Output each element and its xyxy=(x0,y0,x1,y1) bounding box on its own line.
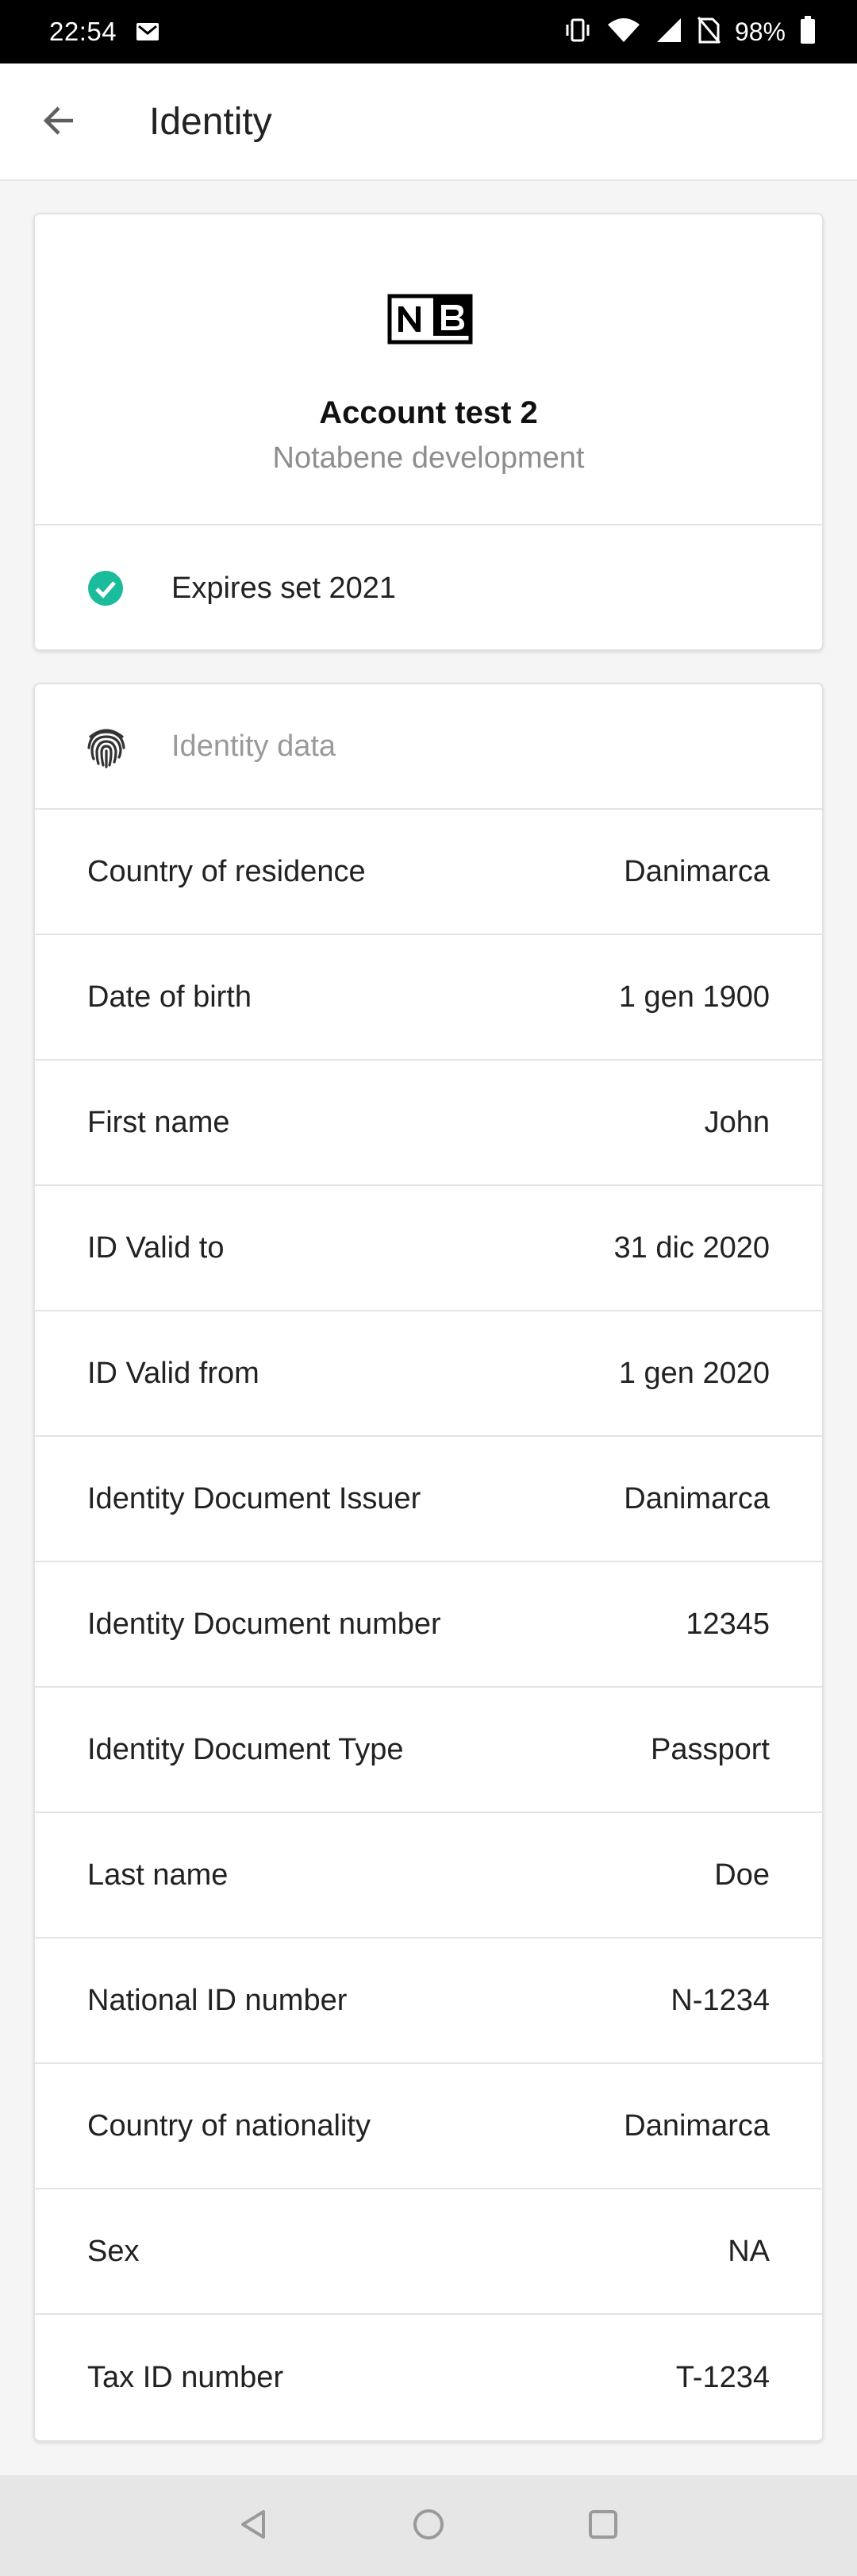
status-time: 22:54 xyxy=(49,17,117,46)
identity-data-row: Identity Document Type Passport xyxy=(35,1688,822,1813)
data-label: Last name xyxy=(87,1858,229,1892)
data-label: Sex xyxy=(87,2234,140,2268)
data-label: Identity Document Type xyxy=(87,1732,404,1766)
nav-recents-icon xyxy=(586,2507,621,2546)
data-value: N-1234 xyxy=(671,1983,770,2017)
check-circle-icon xyxy=(87,570,124,606)
status-bar: 22:54 98% xyxy=(0,0,857,64)
signal-icon xyxy=(655,17,682,48)
data-value: Danimarca xyxy=(624,1481,770,1515)
data-value: Danimarca xyxy=(624,2108,770,2143)
identity-data-row: National ID number N-1234 xyxy=(35,1939,822,2064)
identity-data-row: Last name Doe xyxy=(35,1813,822,1939)
account-card: Account test 2 Notabene development Expi… xyxy=(33,213,824,651)
data-label: ID Valid from xyxy=(87,1356,259,1390)
data-label: Tax ID number xyxy=(87,2360,284,2394)
nav-home-icon xyxy=(411,2507,446,2546)
identity-data-row: Identity Document number 12345 xyxy=(35,1562,822,1688)
data-value: Danimarca xyxy=(624,854,770,888)
data-label: Country of nationality xyxy=(87,2108,371,2143)
data-value: T-1234 xyxy=(675,2360,770,2394)
nav-back-button[interactable] xyxy=(233,2505,275,2547)
identity-data-row: Tax ID number T-1234 xyxy=(35,2315,822,2440)
identity-data-list: Country of residence Danimarca Date of bir… xyxy=(35,810,822,2440)
data-value: 12345 xyxy=(686,1607,770,1641)
expiry-row: Expires set 2021 xyxy=(35,526,822,649)
vibrate-icon xyxy=(563,17,592,47)
data-value: NA xyxy=(728,2234,770,2268)
data-value: 31 dic 2020 xyxy=(613,1230,771,1265)
wifi-icon xyxy=(606,17,641,48)
account-organization: Notabene development xyxy=(272,441,585,475)
expiry-text: Expires set 2021 xyxy=(171,572,397,605)
identity-data-row: Country of nationality Danimarca xyxy=(35,2064,822,2189)
account-name: Account test 2 xyxy=(319,395,538,430)
nav-recents-button[interactable] xyxy=(582,2505,624,2547)
data-label: Identity Document number xyxy=(87,1607,441,1641)
nb-logo xyxy=(387,294,473,345)
account-header: Account test 2 Notabene development xyxy=(35,214,822,526)
data-label: Country of residence xyxy=(87,854,366,888)
gmail-icon xyxy=(134,21,161,42)
status-icons: 98% xyxy=(563,15,816,48)
app-bar: Identity xyxy=(0,64,857,181)
battery-percent: 98% xyxy=(734,17,786,46)
identity-header-label: Identity data xyxy=(171,730,336,763)
data-value: Passport xyxy=(651,1732,770,1766)
identity-data-row: Sex NA xyxy=(35,2189,822,2315)
data-value: 1 gen 1900 xyxy=(618,980,770,1014)
no-sim-icon xyxy=(697,16,721,48)
arrow-back-icon xyxy=(40,102,78,144)
data-value: 1 gen 2020 xyxy=(618,1356,770,1390)
data-value: Doe xyxy=(714,1858,770,1892)
battery-icon xyxy=(800,15,816,48)
data-label: ID Valid to xyxy=(87,1230,225,1265)
identity-data-row: First name John xyxy=(35,1061,822,1186)
data-label: Identity Document Issuer xyxy=(87,1481,421,1515)
data-label: National ID number xyxy=(87,1983,348,2017)
navigation-bar xyxy=(0,2475,857,2576)
identity-data-row: Country of residence Danimarca xyxy=(35,810,822,935)
identity-header: Identity data xyxy=(35,684,822,810)
identity-data-row: Date of birth 1 gen 1900 xyxy=(35,935,822,1061)
identity-data-row: ID Valid from 1 gen 2020 xyxy=(35,1311,822,1437)
nav-back-icon xyxy=(236,2507,271,2546)
identity-data-row: ID Valid to 31 dic 2020 xyxy=(35,1186,822,1311)
identity-card: Identity data Country of residence Danima… xyxy=(33,683,824,2442)
back-button[interactable] xyxy=(35,98,83,146)
page-title: Identity xyxy=(149,101,272,143)
fingerprint-icon xyxy=(84,724,129,768)
data-value: John xyxy=(704,1105,770,1139)
nav-home-button[interactable] xyxy=(408,2505,449,2547)
data-label: First name xyxy=(87,1105,230,1139)
identity-data-row: Identity Document Issuer Danimarca xyxy=(35,1437,822,1562)
data-label: Date of birth xyxy=(87,980,252,1014)
